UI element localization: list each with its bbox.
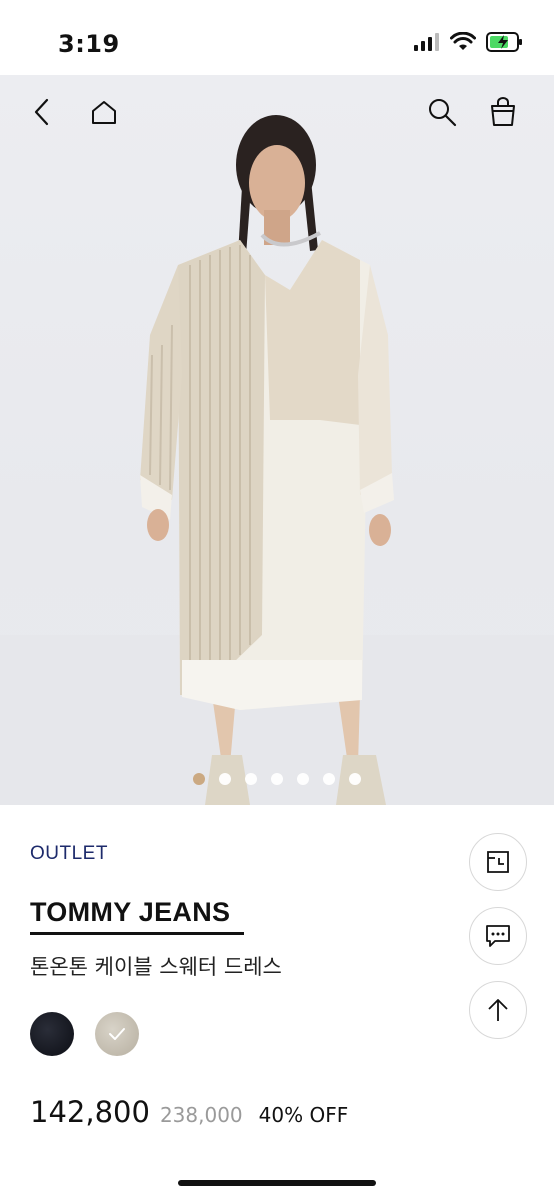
brand-underline: [30, 932, 244, 935]
signal-icon: [414, 32, 440, 56]
color-swatch-navy[interactable]: [30, 1012, 74, 1056]
product-photo: [0, 115, 554, 805]
recent-view-icon: [487, 851, 509, 873]
carousel-dot[interactable]: [245, 773, 257, 785]
check-icon: [109, 1028, 125, 1040]
home-indicator[interactable]: [178, 1180, 376, 1186]
battery-charging-icon: [486, 31, 524, 57]
chat-icon: [486, 925, 510, 947]
product-image-carousel[interactable]: [0, 75, 554, 805]
carousel-dot[interactable]: [219, 773, 231, 785]
outlet-label: OUTLET: [30, 843, 108, 864]
product-title: 톤온톤 케이블 스웨터 드레스: [30, 955, 282, 979]
shopping-bag-icon: [491, 97, 515, 126]
carousel-dot[interactable]: [297, 773, 309, 785]
status-time: 3:19: [58, 30, 120, 58]
carousel-dot[interactable]: [271, 773, 283, 785]
chat-button[interactable]: [469, 907, 527, 965]
brand-name[interactable]: TOMMY JEANS: [30, 897, 230, 928]
scroll-top-button[interactable]: [469, 981, 527, 1039]
original-price: 238,000: [159, 1103, 243, 1127]
carousel-dot[interactable]: [323, 773, 335, 785]
color-swatch-beige[interactable]: [95, 1012, 139, 1056]
search-icon: [429, 99, 457, 127]
wifi-icon: [450, 31, 476, 57]
sale-price: 142,800: [30, 1095, 150, 1129]
back-button[interactable]: [22, 92, 62, 132]
scroll-top-icon: [488, 999, 508, 1021]
discount-badge: 40% OFF: [258, 1103, 349, 1127]
carousel-indicator[interactable]: [0, 773, 554, 785]
back-arrow-icon: [34, 98, 49, 126]
home-icon: [92, 101, 116, 124]
product-info: OUTLET TOMMY JEANS 톤온톤 케이블 스웨터 드레스 142,8…: [0, 805, 554, 1200]
status-icons: [414, 31, 524, 57]
recent-view-button[interactable]: [469, 833, 527, 891]
price-row: 142,800 238,000 40% OFF: [30, 1095, 348, 1129]
carousel-dot[interactable]: [349, 773, 361, 785]
carousel-dot[interactable]: [193, 773, 205, 785]
search-button[interactable]: [422, 92, 462, 132]
status-bar: 3:19: [0, 0, 554, 75]
shopping-bag-button[interactable]: [483, 92, 523, 132]
home-button[interactable]: [84, 92, 124, 132]
